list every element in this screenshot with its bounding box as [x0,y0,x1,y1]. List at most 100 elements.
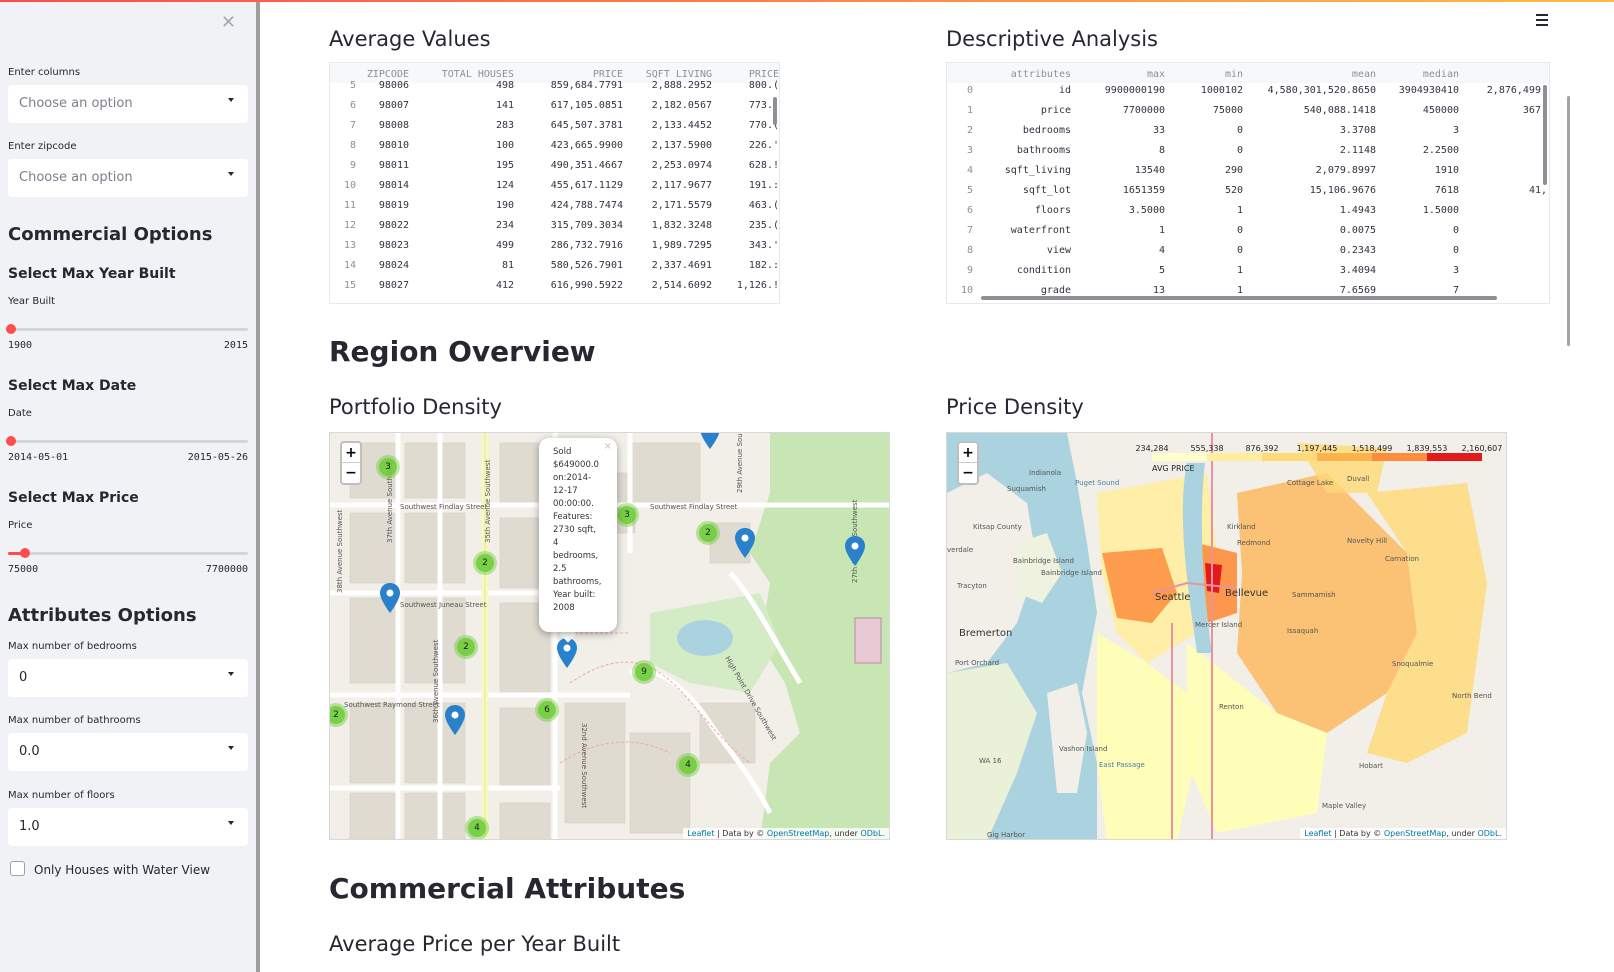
popup-line: $649000.0 [553,460,599,470]
table-cell: id [1058,85,1071,96]
year-slider-thumb[interactable] [6,324,16,334]
row-index: 14 [343,260,356,271]
popup-line: 4 [553,538,559,548]
location-pin-icon[interactable] [845,536,865,566]
marker-cluster[interactable]: 3 [615,503,639,527]
zoom-out-button[interactable]: − [959,463,977,483]
table-cell: 2,133.4452 [651,120,712,131]
place-label: Indianola [1029,469,1061,477]
place-label: Bainbridge Island [1041,569,1102,577]
marker-cluster[interactable]: 2 [696,521,720,545]
marker-cluster[interactable]: 2 [473,551,497,575]
osm-link[interactable]: OpenStreetMap [1384,829,1447,838]
street-label: 35th Avenue Southwest [484,459,492,543]
close-sidebar-icon[interactable]: ✕ [221,12,236,33]
bedrooms-select[interactable]: 0 [8,659,248,697]
columns-select[interactable]: Choose an option [8,85,248,123]
popup-close-icon[interactable]: × [604,440,612,453]
odbl-link[interactable]: ODbL. [1477,829,1502,838]
table-cell: 2,888.2952 [651,80,712,91]
table-cell: 1,126.! [736,280,779,291]
table-cell: 98006 [378,80,409,91]
attribution-text: , under [829,829,861,838]
floors-select[interactable]: 1.0 [8,808,248,846]
marker-cluster[interactable]: 6 [535,698,559,722]
price-density-title: Price Density [946,395,1084,419]
desc-table-hscroll[interactable] [981,296,1497,300]
table-cell: bathrooms [1016,145,1071,156]
table-cell: 520 [1224,185,1243,196]
marker-cluster[interactable]: 3 [376,455,400,479]
region-overview-title: Region Overview [329,335,596,368]
popup-line: 2.5 [553,564,567,574]
chevron-down-icon [228,746,234,750]
osm-link[interactable]: OpenStreetMap [767,829,830,838]
attribution-text: | Data by © [1331,829,1384,838]
date-min-label: 2014-05-01 [8,452,69,463]
table-cell: 2.1148 [1339,145,1376,156]
table-cell: 800.( [748,80,779,91]
table-cell: 0 [1236,145,1243,156]
zipcode-select[interactable]: Choose an option [8,159,248,197]
table-cell: waterfront [1010,225,1071,236]
bathrooms-label: Max number of bathrooms [8,715,141,726]
page-scrollbar[interactable] [1567,96,1570,346]
location-pin-icon[interactable] [735,528,755,558]
bathrooms-select[interactable]: 0.0 [8,733,248,771]
hamburger-menu-icon[interactable] [1536,14,1548,26]
table-cell: 3 [1452,125,1459,136]
marker-cluster[interactable]: 4 [465,816,489,839]
avg-th-total-houses: TOTAL HOUSES [441,69,514,80]
desc-table-vscroll[interactable] [1543,85,1547,185]
price-slider-thumb[interactable] [20,548,31,558]
table-cell: 1,832.3248 [651,220,712,231]
marker-cluster[interactable]: 9 [632,660,656,684]
max-year-heading: Select Max Year Built [8,266,176,282]
commercial-options-heading: Commercial Options [8,224,213,245]
table-cell: 463.( [748,200,779,211]
marker-cluster[interactable]: 4 [676,753,700,777]
year-slider[interactable] [6,324,248,334]
odbl-link[interactable]: ODbL. [860,829,885,838]
place-label: East Passage [1099,761,1145,769]
location-pin-icon[interactable] [380,583,400,613]
descriptive-table[interactable]: attributes max min mean median 0 id 990000… [946,62,1550,304]
avg-th-price: PRICE [592,69,623,80]
location-pin-icon[interactable] [700,432,720,449]
max-price-heading: Select Max Price [8,490,139,506]
table-cell: 315,709.3034 [550,220,623,231]
table-cell: condition [1016,265,1071,276]
location-pin-icon[interactable] [445,705,465,735]
avg-values-table[interactable]: ZIPCODE TOTAL HOUSES PRICE SQFT LIVING P… [329,62,780,304]
leaflet-link[interactable]: Leaflet [1304,829,1331,838]
table-cell: 5 [1158,265,1165,276]
water-view-checkbox[interactable] [10,861,25,876]
popup-line: on:2014- [553,473,592,483]
place-label: Duvall [1347,475,1369,483]
place-label: Kirkland [1227,523,1256,531]
table-cell: 1 [1236,205,1243,216]
date-slider-thumb[interactable] [6,436,16,446]
price-slider[interactable] [8,548,248,558]
table-cell: 98010 [378,140,409,151]
attribution-text: | Data by © [714,829,767,838]
table-cell: 859,684.7791 [550,80,623,91]
portfolio-density-map[interactable]: Southwest Findlay Street Southwest Findl… [329,432,890,840]
row-index: 6 [349,100,356,111]
date-slider[interactable] [6,436,248,446]
price-zoom-control: + − [957,441,979,485]
table-cell: 3.4094 [1339,265,1376,276]
zoom-in-button[interactable]: + [959,443,977,463]
avg-table-vscroll[interactable] [773,97,777,125]
zoom-out-button[interactable]: − [342,463,360,483]
row-index: 0 [966,85,973,96]
zoom-in-button[interactable]: + [342,443,360,463]
legend-swatch [1152,453,1207,461]
price-density-map[interactable]: Indianola Suquamish Puget Sound Kitsap C… [946,432,1507,840]
leaflet-link[interactable]: Leaflet [687,829,714,838]
table-cell: 75000 [1212,105,1243,116]
marker-cluster[interactable]: 2 [454,635,478,659]
price-map-tiles: Indianola Suquamish Puget Sound Kitsap C… [947,433,1506,839]
location-pin-icon[interactable] [557,638,577,668]
row-index: 2 [966,125,973,136]
